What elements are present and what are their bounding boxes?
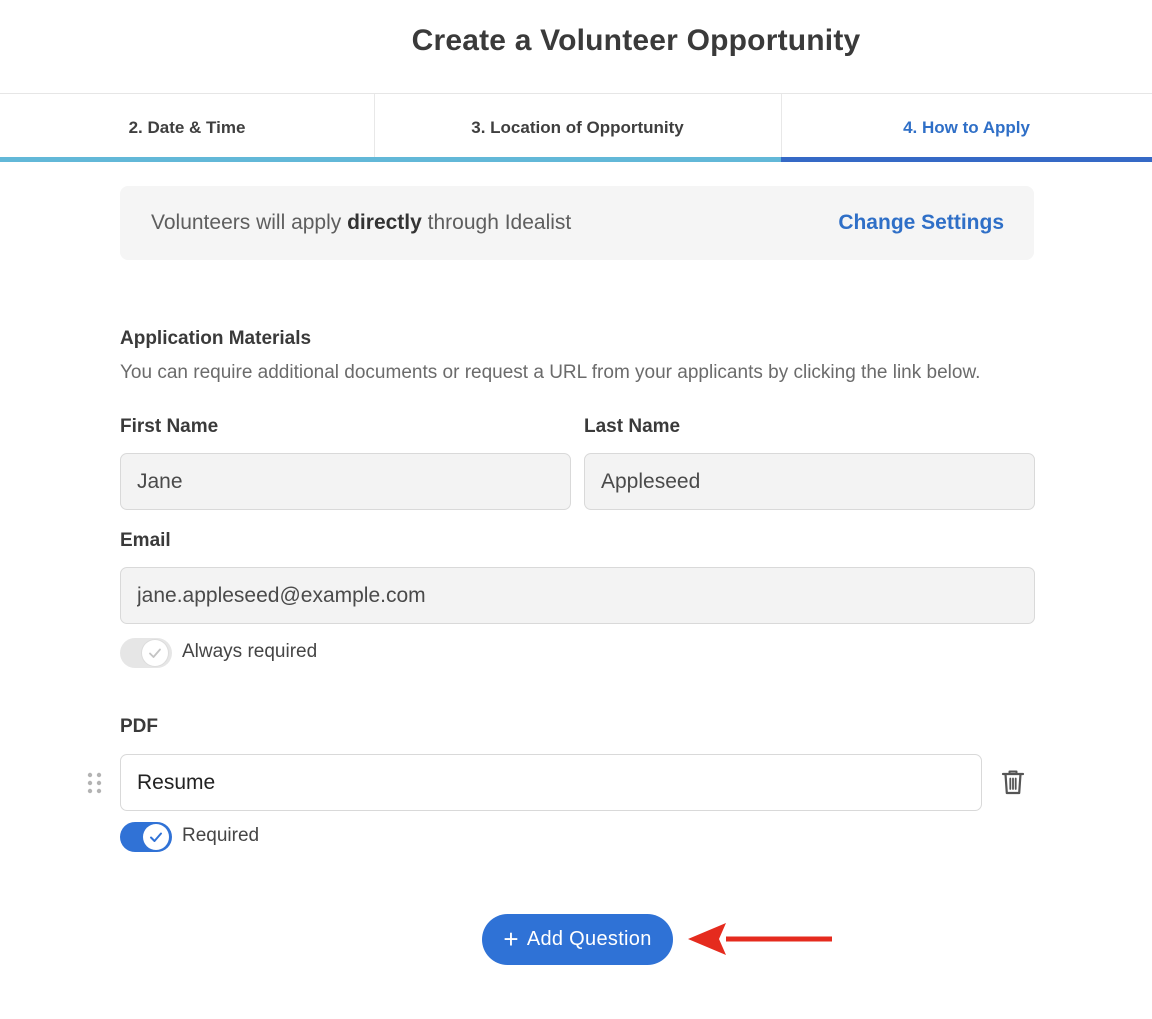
page-title: Create a Volunteer Opportunity — [411, 24, 861, 57]
application-materials-heading: Application Materials — [120, 328, 312, 349]
email-always-required-toggle[interactable] — [120, 638, 172, 668]
tab-progress-bar — [374, 157, 781, 162]
tab-how-to-apply[interactable]: 4. How to Apply — [781, 94, 1152, 162]
email-field[interactable] — [120, 567, 1035, 624]
last-name-field[interactable] — [584, 453, 1035, 510]
email-label: Email — [120, 530, 171, 551]
checkmark-icon — [150, 832, 162, 842]
apply-method-banner: Volunteers will apply directly through I… — [120, 186, 1034, 260]
step-tabs: 2. Date & Time 3. Location of Opportunit… — [0, 94, 1152, 162]
first-name-field[interactable] — [120, 453, 571, 510]
always-required-label: Always required — [182, 641, 318, 662]
tab-label: 2. Date & Time — [128, 118, 246, 137]
trash-icon[interactable] — [1000, 768, 1026, 796]
first-name-label: First Name — [120, 416, 219, 437]
application-materials-description: You can require additional documents or … — [120, 362, 981, 383]
tab-label: 4. How to Apply — [903, 118, 1030, 137]
plus-icon: + — [503, 923, 519, 954]
pdf-question-field[interactable] — [120, 754, 982, 811]
pdf-label: PDF — [120, 716, 158, 737]
tab-progress-bar — [781, 157, 1152, 162]
tab-date-time[interactable]: 2. Date & Time — [0, 94, 374, 162]
tab-progress-bar — [0, 157, 374, 162]
toggle-knob — [143, 824, 169, 850]
checkmark-icon — [149, 648, 161, 658]
change-settings-link[interactable]: Change Settings — [838, 211, 1004, 235]
tab-label: 3. Location of Opportunity — [471, 118, 684, 137]
tab-location[interactable]: 3. Location of Opportunity — [374, 94, 781, 162]
tab-divider — [781, 94, 782, 157]
apply-method-emphasis: directly — [347, 211, 422, 234]
required-label: Required — [182, 825, 260, 846]
annotation-arrow-icon — [688, 923, 832, 955]
toggle-knob — [142, 640, 168, 666]
add-question-label: Add Question — [526, 928, 652, 950]
pdf-required-toggle[interactable] — [120, 822, 172, 852]
tab-divider — [374, 94, 375, 157]
apply-method-text: Volunteers will apply directly through I… — [151, 211, 572, 234]
last-name-label: Last Name — [584, 416, 681, 437]
add-question-button[interactable]: + Add Question — [482, 914, 673, 965]
drag-handle-icon[interactable] — [86, 771, 104, 795]
